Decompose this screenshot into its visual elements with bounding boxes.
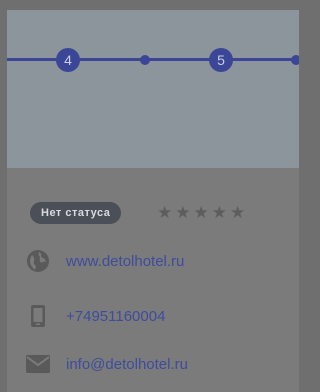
step-dot[interactable] bbox=[291, 55, 299, 65]
star-icon[interactable]: ★ bbox=[212, 204, 227, 221]
envelope-icon bbox=[23, 351, 53, 377]
step-4[interactable]: 4 bbox=[56, 48, 80, 72]
step-dot[interactable] bbox=[140, 55, 150, 65]
website-link[interactable]: www.detolhotel.ru bbox=[66, 253, 184, 270]
globe-icon bbox=[23, 248, 53, 274]
hotel-info: Нет статуса ★ ★ ★ ★ ★ www.detolhotel.ru bbox=[7, 168, 299, 392]
rating-stars[interactable]: ★ ★ ★ ★ ★ bbox=[157, 204, 245, 221]
email-row: info@detolhotel.ru bbox=[23, 351, 188, 377]
status-badge: Нет статуса bbox=[30, 202, 122, 224]
phone-link[interactable]: +74951160004 bbox=[66, 308, 165, 325]
website-row: www.detolhotel.ru bbox=[23, 248, 184, 274]
progress-panel: 4 5 bbox=[7, 10, 299, 168]
phone-row: +74951160004 bbox=[23, 303, 165, 329]
progress-track bbox=[7, 58, 299, 61]
star-icon[interactable]: ★ bbox=[175, 204, 190, 221]
star-icon[interactable]: ★ bbox=[230, 204, 245, 221]
star-icon[interactable]: ★ bbox=[157, 204, 172, 221]
email-link[interactable]: info@detolhotel.ru bbox=[66, 356, 188, 373]
star-icon[interactable]: ★ bbox=[194, 204, 209, 221]
phone-icon bbox=[23, 303, 53, 329]
hotel-card: 4 5 Нет статуса ★ ★ ★ ★ ★ www.detolhotel… bbox=[7, 10, 299, 392]
step-5[interactable]: 5 bbox=[209, 48, 233, 72]
